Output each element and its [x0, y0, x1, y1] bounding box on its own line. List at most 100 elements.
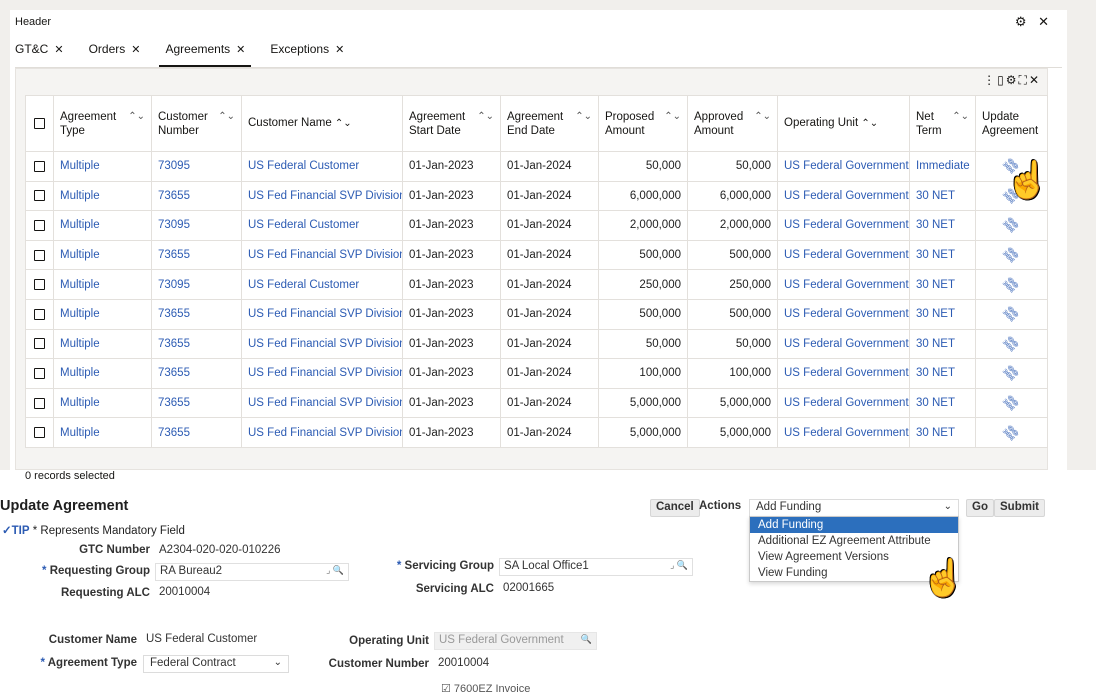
- link-icon[interactable]: ⛓: [1000, 214, 1023, 237]
- agreement-type-link[interactable]: Multiple: [53, 210, 152, 241]
- link-icon[interactable]: ⛓: [1000, 332, 1023, 355]
- table-row[interactable]: Multiple 73095 US Federal Customer 01-Jan-2…: [25, 151, 1048, 182]
- operating-unit-link[interactable]: US Federal Government: [777, 239, 910, 271]
- net-term-link[interactable]: 30 NET: [909, 180, 976, 212]
- operating-unit-link[interactable]: US Federal Government: [777, 358, 910, 389]
- col-header[interactable]: Net Term ⌃⌄: [909, 95, 976, 152]
- row-checkbox[interactable]: [34, 190, 45, 202]
- submit-button[interactable]: Submit: [994, 499, 1045, 517]
- dropdown-option[interactable]: Add Funding: [750, 517, 958, 533]
- sort-icon[interactable]: ⌃⌄: [477, 110, 494, 124]
- agreement-type-link[interactable]: Multiple: [53, 328, 152, 360]
- customer-number-link[interactable]: 73095: [151, 269, 242, 300]
- net-term-link[interactable]: 30 NET: [909, 417, 976, 448]
- customer-name-link[interactable]: US Fed Financial SVP Division: [241, 298, 403, 330]
- row-checkbox[interactable]: [34, 427, 45, 439]
- servicing-group-input[interactable]: SA Local Office1 ⌟ 🔍: [499, 558, 693, 576]
- operating-unit-link[interactable]: US Federal Government: [777, 387, 910, 419]
- agreement-type-select[interactable]: Federal Contract ⌄: [143, 655, 289, 673]
- net-term-link[interactable]: 30 NET: [909, 269, 976, 300]
- table-row[interactable]: Multiple 73655 US Fed Financial SVP Divisi…: [25, 358, 1048, 389]
- agreement-type-link[interactable]: Multiple: [53, 358, 152, 389]
- agreement-type-link[interactable]: Multiple: [53, 417, 152, 448]
- search-icon[interactable]: ⌟ 🔍: [326, 565, 344, 576]
- close-icon[interactable]: ✕: [236, 44, 245, 56]
- tab-gtc[interactable]: GT&C ✕: [15, 36, 64, 66]
- net-term-link[interactable]: 30 NET: [909, 298, 976, 330]
- link-icon[interactable]: ⛓: [1000, 421, 1023, 444]
- operating-unit-link[interactable]: US Federal Government: [777, 151, 910, 182]
- tab-orders[interactable]: Orders ✕: [89, 36, 141, 66]
- actions-select[interactable]: Add Funding ⌄: [749, 499, 959, 517]
- customer-number-link[interactable]: 73655: [151, 180, 242, 212]
- tab-exceptions[interactable]: Exceptions ✕: [270, 36, 344, 66]
- col-header[interactable]: Operating Unit ⌃⌄: [777, 95, 910, 152]
- net-term-link[interactable]: 30 NET: [909, 328, 976, 360]
- customer-name-link[interactable]: US Fed Financial SVP Division: [241, 417, 403, 448]
- row-checkbox[interactable]: [34, 219, 45, 231]
- sort-icon[interactable]: ⌃⌄: [861, 118, 878, 129]
- close-icon[interactable]: ✕: [131, 44, 140, 56]
- sort-icon[interactable]: ⌃⌄: [575, 110, 592, 124]
- invoice-checkbox[interactable]: ☑ 7600EZ Invoice: [441, 682, 530, 695]
- operating-unit-link[interactable]: US Federal Government: [777, 328, 910, 360]
- col-header[interactable]: Proposed Amount ⌃⌄: [598, 95, 688, 152]
- gear-icon[interactable]: ⚙: [1015, 14, 1031, 29]
- col-header[interactable]: Agreement End Date ⌃⌄: [500, 95, 599, 152]
- link-icon[interactable]: ⛓: [1000, 244, 1023, 267]
- link-icon[interactable]: ⛓: [1000, 362, 1023, 385]
- close-icon[interactable]: ✕: [335, 44, 344, 56]
- cancel-button[interactable]: Cancel: [650, 499, 700, 517]
- row-checkbox[interactable]: [34, 397, 45, 409]
- close-icon[interactable]: ✕: [54, 44, 63, 56]
- customer-number-link[interactable]: 73655: [151, 387, 242, 419]
- link-icon[interactable]: ⛓: [1000, 303, 1023, 326]
- customer-number-link[interactable]: 73655: [151, 239, 242, 271]
- sort-icon[interactable]: ⌃⌄: [335, 118, 352, 129]
- sort-icon[interactable]: ⌃⌄: [218, 110, 235, 124]
- customer-number-link[interactable]: 73655: [151, 358, 242, 389]
- row-checkbox[interactable]: [34, 338, 45, 350]
- table-row[interactable]: Multiple 73095 US Federal Customer 01-Jan-2…: [25, 269, 1048, 300]
- row-checkbox[interactable]: [34, 160, 45, 172]
- customer-number-link[interactable]: 73095: [151, 210, 242, 241]
- customer-name-link[interactable]: US Fed Financial SVP Division: [241, 358, 403, 389]
- more-vertical-icon[interactable]: ⋮: [983, 73, 997, 87]
- link-icon[interactable]: ⛓: [1000, 392, 1023, 415]
- tab-agreements[interactable]: Agreements ✕: [159, 36, 252, 67]
- col-header[interactable]: Customer Number ⌃⌄: [151, 95, 242, 152]
- table-row[interactable]: Multiple 73655 US Fed Financial SVP Divisi…: [25, 417, 1048, 448]
- expand-icon[interactable]: ⛶: [1019, 73, 1029, 87]
- close-icon[interactable]: ✕: [1029, 73, 1041, 87]
- sort-icon[interactable]: ⌃⌄: [128, 110, 145, 124]
- col-header[interactable]: Customer Name ⌃⌄: [241, 95, 403, 152]
- sort-icon[interactable]: ⌃⌄: [952, 110, 969, 124]
- go-button[interactable]: Go: [966, 499, 994, 517]
- operating-unit-link[interactable]: US Federal Government: [777, 269, 910, 300]
- panel-icon[interactable]: ▯: [997, 73, 1006, 87]
- col-header[interactable]: Approved Amount ⌃⌄: [687, 95, 778, 152]
- row-checkbox[interactable]: [34, 308, 45, 320]
- operating-unit-link[interactable]: US Federal Government: [777, 417, 910, 448]
- agreement-type-link[interactable]: Multiple: [53, 180, 152, 212]
- search-icon[interactable]: ⌟ 🔍: [670, 560, 688, 571]
- customer-name-link[interactable]: US Federal Customer: [241, 151, 403, 182]
- customer-number-link[interactable]: 73655: [151, 328, 242, 360]
- sort-icon[interactable]: ⌃⌄: [754, 110, 771, 124]
- select-all-checkbox[interactable]: [34, 117, 45, 129]
- row-checkbox[interactable]: [34, 367, 45, 379]
- row-checkbox[interactable]: [34, 249, 45, 261]
- customer-name-link[interactable]: US Fed Financial SVP Division: [241, 387, 403, 419]
- row-checkbox[interactable]: [34, 279, 45, 291]
- agreement-type-link[interactable]: Multiple: [53, 239, 152, 271]
- agreement-type-link[interactable]: Multiple: [53, 269, 152, 300]
- net-term-link[interactable]: 30 NET: [909, 387, 976, 419]
- gear-icon[interactable]: ⚙: [1006, 73, 1019, 87]
- operating-unit-link[interactable]: US Federal Government: [777, 298, 910, 330]
- table-row[interactable]: Multiple 73095 US Federal Customer 01-Jan-2…: [25, 210, 1048, 241]
- operating-unit-link[interactable]: US Federal Government: [777, 210, 910, 241]
- net-term-link[interactable]: Immediate: [909, 151, 976, 182]
- customer-name-link[interactable]: US Federal Customer: [241, 210, 403, 241]
- customer-number-link[interactable]: 73655: [151, 298, 242, 330]
- customer-number-link[interactable]: 73655: [151, 417, 242, 448]
